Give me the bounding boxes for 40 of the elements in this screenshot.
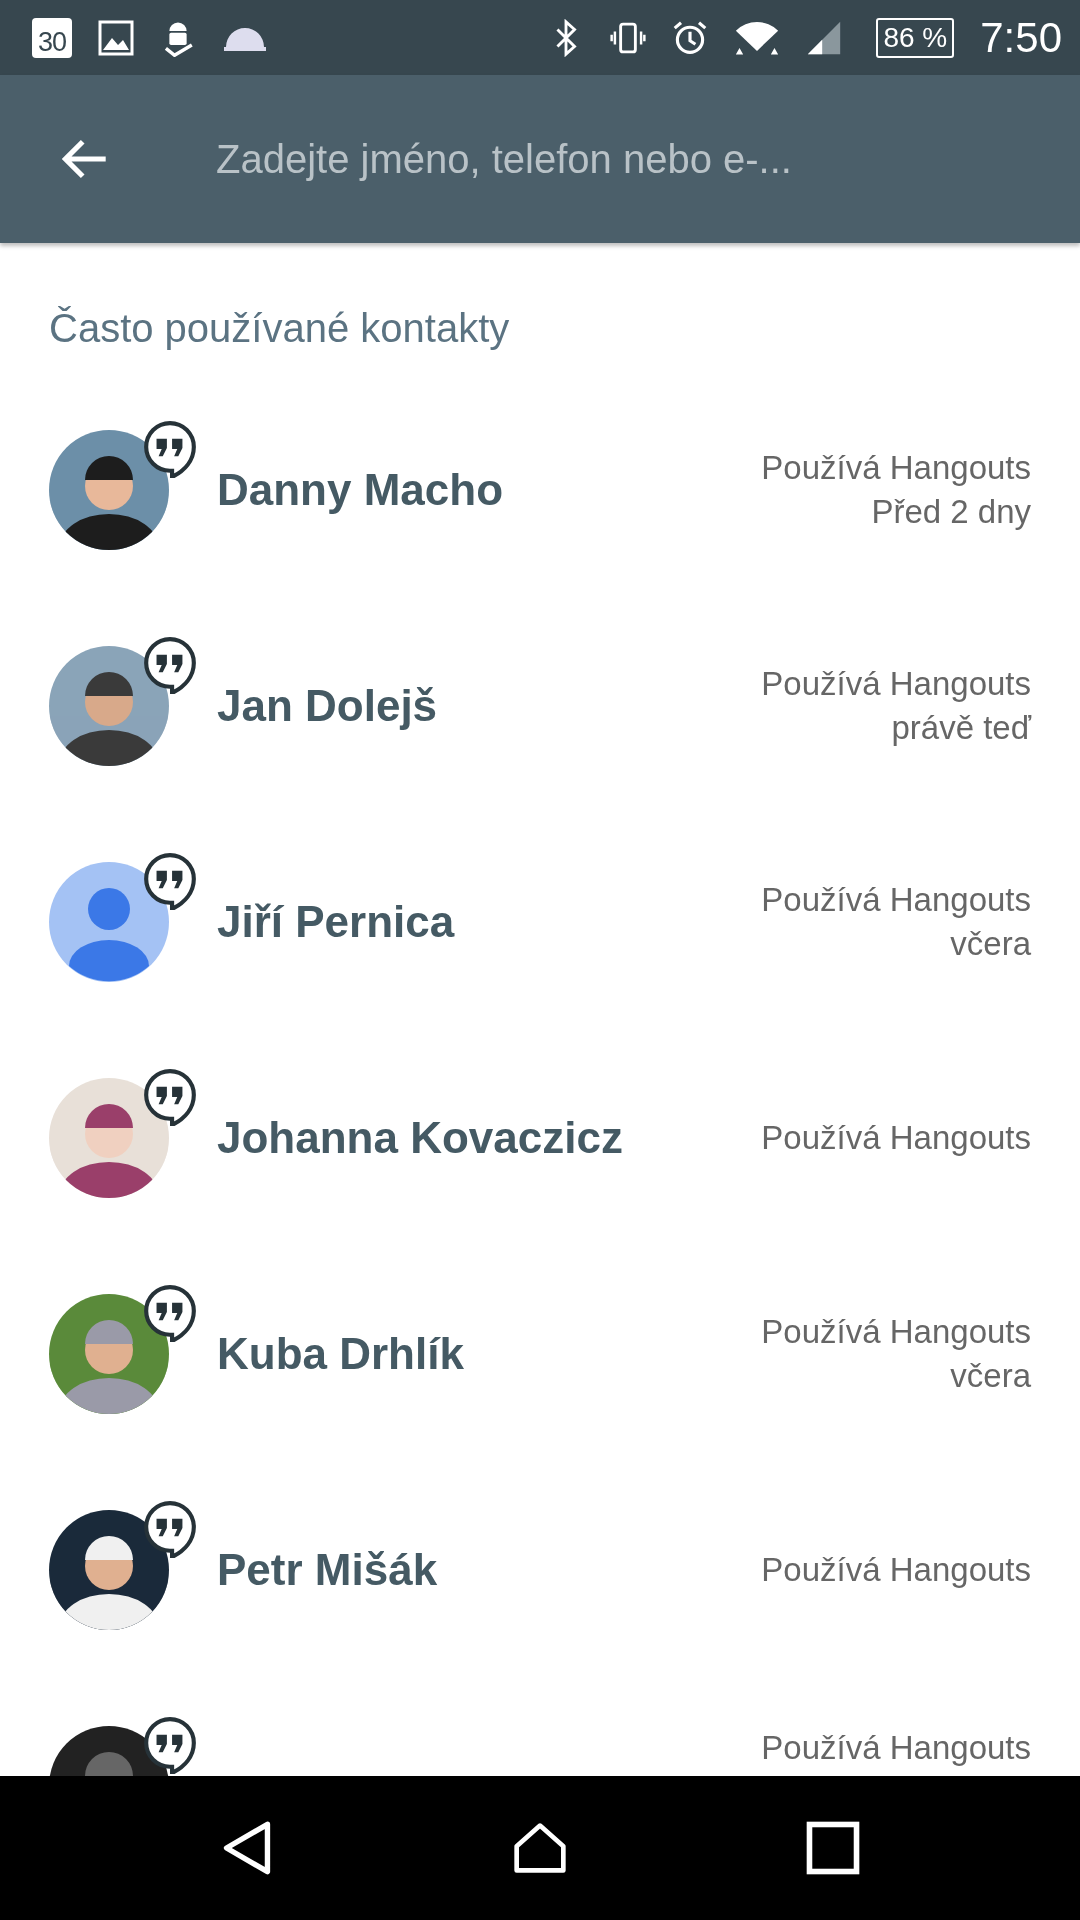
hangouts-status: Používá Hangouts	[761, 665, 1031, 703]
avatar-icon	[49, 862, 169, 982]
contact-row[interactable]: Danny Macho Používá Hangouts Před 2 dny	[0, 382, 1080, 598]
contact-row[interactable]: Jiří Pernica Používá Hangouts včera	[0, 814, 1080, 1030]
hangouts-badge-icon	[143, 420, 197, 478]
contact-row[interactable]: Kuba Drhlík Používá Hangouts včera	[0, 1246, 1080, 1462]
last-seen: Před 2 dny	[871, 493, 1031, 531]
contact-name: Jan Dolejš	[217, 681, 439, 731]
hangouts-status: Používá Hangouts	[761, 1313, 1031, 1351]
contact-name: Jiří Pernica	[217, 897, 456, 947]
search-field[interactable]: Zadejte jméno, telefon nebo e-...	[216, 136, 1050, 182]
contact-row[interactable]: Petr Mišák Používá Hangouts	[0, 1462, 1080, 1678]
hangouts-status: Používá Hangouts	[761, 881, 1031, 919]
contact-name: Johanna Kovaczicz	[217, 1113, 624, 1163]
section-title: Často používané kontakty	[48, 305, 511, 352]
contact-row[interactable]: Jan Dolejš Používá Hangouts právě teď	[0, 598, 1080, 814]
hangouts-badge-icon	[143, 1500, 197, 1558]
hangouts-badge-icon	[143, 1716, 197, 1774]
contact-row[interactable]: Johanna Kovaczicz Používá Hangouts	[0, 1030, 1080, 1246]
last-seen: právě teď	[891, 709, 1031, 747]
clock: 7:50	[980, 13, 1062, 62]
hangouts-badge-icon	[143, 636, 197, 694]
back-arrow-icon[interactable]	[62, 139, 108, 179]
contact-name: Danny Macho	[217, 465, 505, 515]
contact-name: Petr Mišák	[217, 1545, 439, 1595]
hangouts-status: Používá Hangouts	[761, 1729, 1031, 1767]
image-icon	[98, 18, 134, 57]
hangouts-status: Používá Hangouts	[761, 1551, 1031, 1589]
battery-level: 86 %	[883, 21, 948, 54]
last-seen: včera	[950, 1357, 1031, 1395]
contact-name: Kuba Drhlík	[217, 1329, 465, 1379]
hangouts-badge-icon	[143, 852, 197, 910]
hangouts-badge-icon	[143, 1284, 197, 1342]
last-seen: včera	[950, 925, 1031, 963]
hangouts-badge-icon	[143, 1068, 197, 1126]
calendar-day: 30	[37, 25, 66, 58]
recents-icon[interactable]	[805, 1820, 862, 1876]
hangouts-status: Používá Hangouts	[761, 449, 1031, 487]
hangouts-status: Používá Hangouts	[761, 1119, 1031, 1157]
home-icon[interactable]	[512, 1820, 568, 1876]
